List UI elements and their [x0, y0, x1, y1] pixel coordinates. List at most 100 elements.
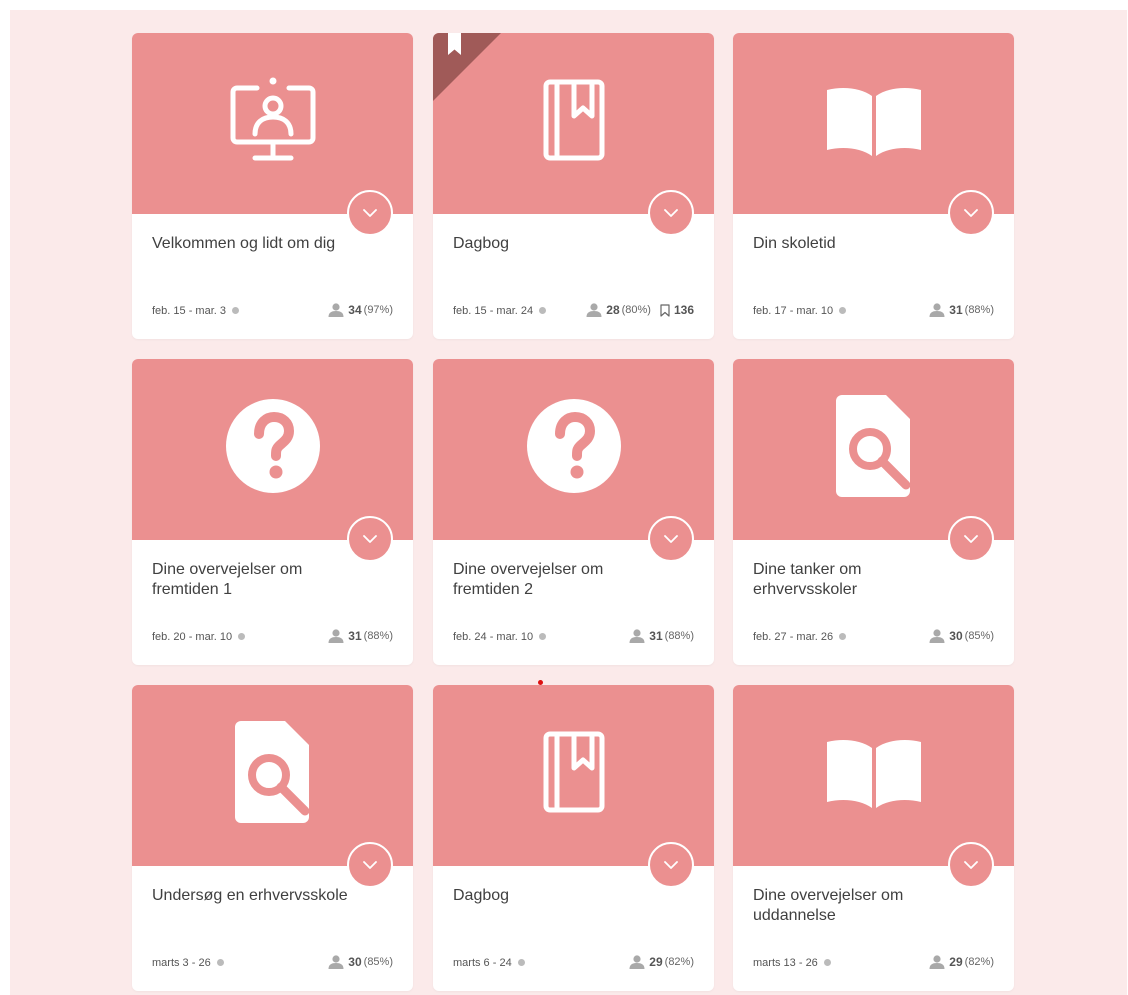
activity-card[interactable]: Undersøg en erhvervsskole marts 3 - 26 3…	[132, 685, 413, 991]
person-icon	[929, 629, 945, 643]
card-header	[433, 33, 714, 214]
expand-button[interactable]	[948, 516, 994, 562]
participant-percent: (82%)	[664, 956, 694, 968]
chevron-down-icon	[964, 209, 978, 217]
activity-card[interactable]: Dine tanker om erhvervsskoler feb. 27 - …	[733, 359, 1014, 665]
card-header	[433, 685, 714, 866]
open-book-icon	[826, 739, 921, 808]
card-title: Dine overvejelser om fremtiden 2	[453, 561, 604, 598]
participant-stats: 28 (80%) 136	[586, 303, 694, 317]
participant-count: 29	[649, 955, 663, 969]
participant-stats: 31 (88%)	[629, 629, 694, 643]
activity-card[interactable]: Dine overvejelser om uddannelse marts 13…	[733, 685, 1014, 991]
participant-count: 30	[949, 629, 963, 643]
card-title: Dine overvejelser om uddannelse	[753, 887, 904, 924]
card-title: Velkommen og lidt om dig	[152, 235, 336, 252]
chevron-down-icon	[664, 861, 678, 869]
document-search-icon	[835, 394, 910, 497]
card-title: Dagbog	[453, 887, 510, 904]
expand-button[interactable]	[648, 842, 694, 888]
card-footer: marts 13 - 26 29 (82%)	[753, 955, 994, 973]
expand-button[interactable]	[347, 190, 393, 236]
date-range-text: marts 6 - 24	[453, 957, 512, 969]
activity-card[interactable]: Velkommen og lidt om dig feb. 15 - mar. …	[132, 33, 413, 339]
person-icon	[328, 629, 344, 643]
status-dot	[823, 959, 831, 966]
card-title: Din skoletid	[753, 235, 836, 252]
person-icon	[328, 955, 344, 969]
expand-button[interactable]	[648, 190, 694, 236]
date-range-text: feb. 17 - mar. 10	[753, 305, 834, 317]
card-footer: feb. 27 - mar. 26 30 (85%)	[753, 629, 994, 647]
chevron-down-icon	[363, 209, 377, 217]
status-dot	[539, 307, 547, 314]
status-dot	[839, 633, 847, 640]
activity-card[interactable]: Dagbog feb. 15 - mar. 24 28 (80%) 136	[433, 33, 714, 339]
person-icon	[328, 303, 344, 317]
chevron-down-icon	[664, 209, 678, 217]
date-range-text: feb. 27 - mar. 26	[753, 631, 834, 643]
bookmark-count: 136	[673, 303, 694, 317]
participant-stats: 30 (85%)	[929, 629, 994, 643]
card-header	[733, 359, 1014, 540]
person-icon	[629, 955, 645, 969]
participant-count: 29	[949, 955, 963, 969]
card-title: Dine overvejelser om fremtiden 1	[152, 561, 303, 598]
activity-card[interactable]: Dagbog marts 6 - 24 29 (82%)	[433, 685, 714, 991]
card-footer: feb. 15 - mar. 24 28 (80%) 136	[453, 303, 694, 321]
date-range: feb. 17 - mar. 10	[753, 305, 847, 317]
date-range: feb. 15 - mar. 3	[152, 305, 239, 317]
expand-button[interactable]	[948, 190, 994, 236]
participant-stats: 31 (88%)	[929, 303, 994, 317]
participant-stats: 30 (85%)	[328, 955, 393, 969]
status-dot	[839, 307, 847, 314]
participant-count: 31	[949, 303, 963, 317]
chevron-down-icon	[964, 861, 978, 869]
card-header	[733, 685, 1014, 866]
card-header	[433, 359, 714, 540]
diary-icon	[543, 731, 604, 813]
expand-button[interactable]	[347, 516, 393, 562]
activity-card[interactable]: Din skoletid feb. 17 - mar. 10 31 (88%)	[733, 33, 1014, 339]
date-range-text: feb. 15 - mar. 24	[453, 305, 534, 317]
diary-icon	[543, 79, 604, 161]
participant-count: 31	[649, 629, 663, 643]
card-footer: marts 3 - 26 30 (85%)	[152, 955, 393, 973]
activity-card[interactable]: Dine overvejelser om fremtiden 1 feb. 20…	[132, 359, 413, 665]
bookmark-icon	[660, 303, 670, 317]
chevron-down-icon	[664, 535, 678, 543]
participant-count: 30	[348, 955, 362, 969]
status-dot	[238, 633, 246, 640]
expand-button[interactable]	[948, 842, 994, 888]
card-header	[132, 685, 413, 866]
card-footer: marts 6 - 24 29 (82%)	[453, 955, 694, 973]
card-footer: feb. 20 - mar. 10 31 (88%)	[152, 629, 393, 647]
date-range: feb. 20 - mar. 10	[152, 631, 246, 643]
expand-button[interactable]	[347, 842, 393, 888]
person-icon	[586, 303, 602, 317]
cursor-marker	[538, 680, 543, 685]
bookmark-ribbon-icon	[433, 33, 501, 101]
date-range: marts 3 - 26	[152, 957, 224, 969]
expand-button[interactable]	[648, 516, 694, 562]
date-range: marts 6 - 24	[453, 957, 525, 969]
card-title: Dine tanker om erhvervsskoler	[753, 561, 862, 598]
chevron-down-icon	[964, 535, 978, 543]
screen-person-icon	[230, 77, 315, 161]
card-title: Dagbog	[453, 235, 510, 252]
card-title: Undersøg en erhvervsskole	[152, 887, 348, 904]
date-range: marts 13 - 26	[753, 957, 831, 969]
activity-card[interactable]: Dine overvejelser om fremtiden 2 feb. 24…	[433, 359, 714, 665]
date-range-text: marts 3 - 26	[152, 957, 211, 969]
chevron-down-icon	[363, 535, 377, 543]
participant-percent: (82%)	[964, 956, 994, 968]
date-range-text: feb. 15 - mar. 3	[152, 305, 226, 317]
card-footer: feb. 17 - mar. 10 31 (88%)	[753, 303, 994, 321]
date-range-text: feb. 20 - mar. 10	[152, 631, 233, 643]
chevron-down-icon	[363, 861, 377, 869]
question-icon	[526, 398, 621, 493]
participant-stats: 34 (97%)	[328, 303, 393, 317]
status-dot	[517, 959, 525, 966]
person-icon	[629, 629, 645, 643]
participant-stats: 29 (82%)	[629, 955, 694, 969]
